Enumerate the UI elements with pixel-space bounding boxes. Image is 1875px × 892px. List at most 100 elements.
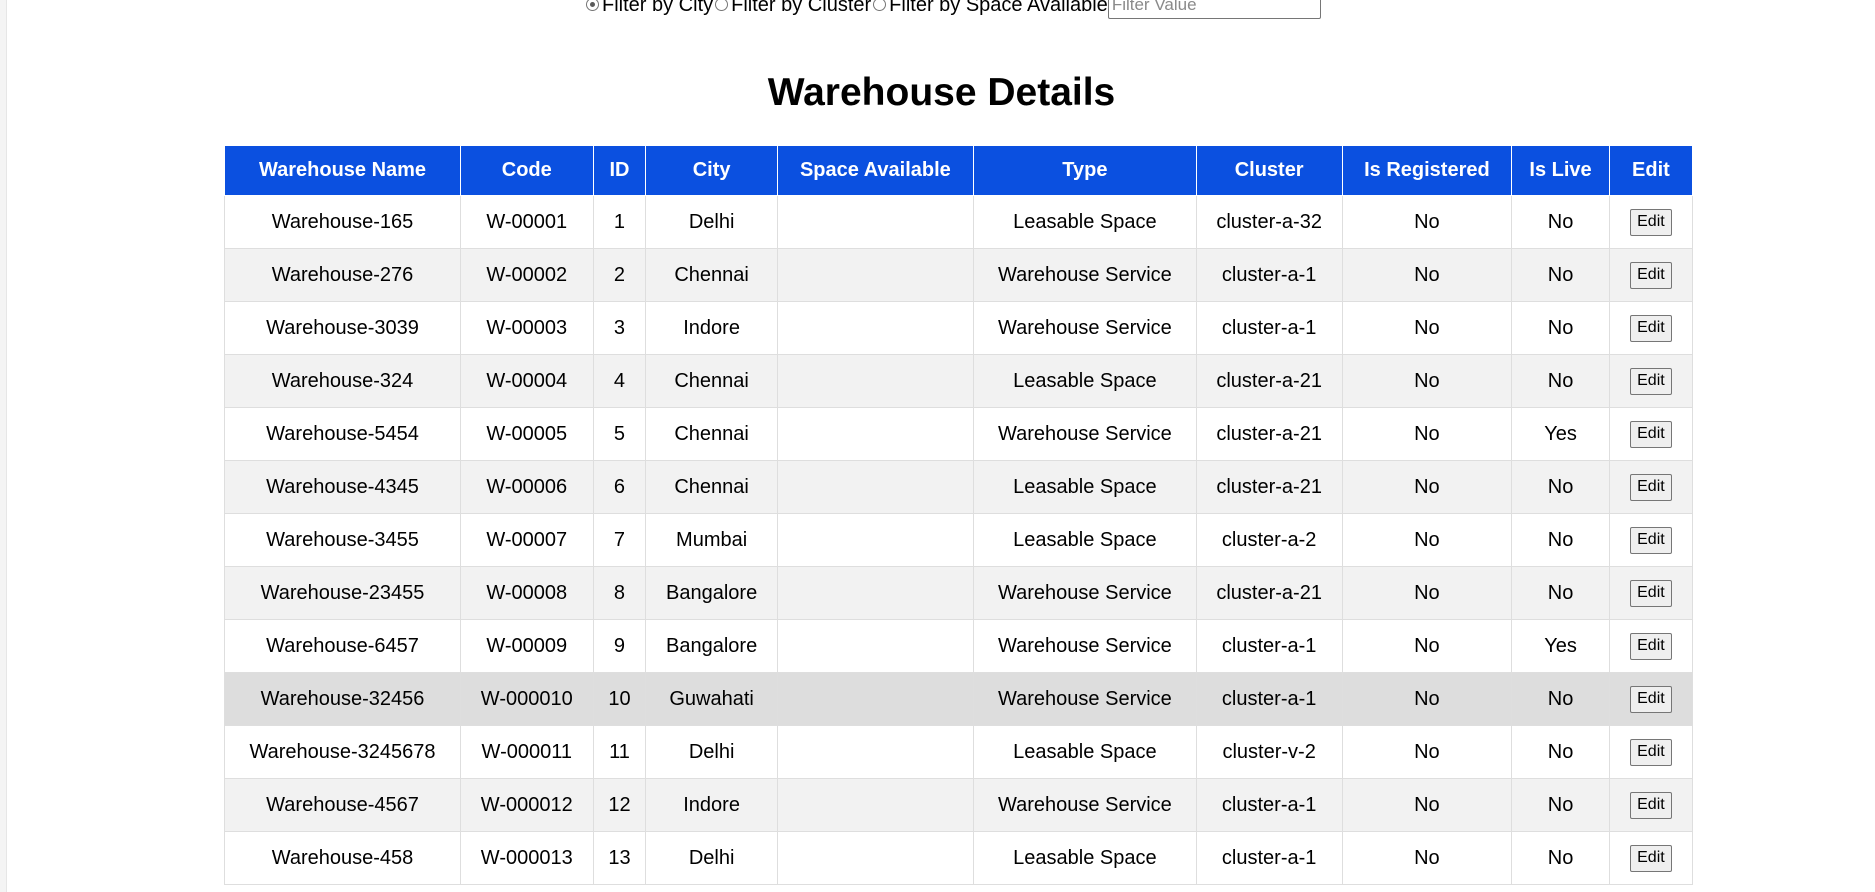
cell-type: Leasable Space bbox=[973, 354, 1197, 408]
edit-button[interactable]: Edit bbox=[1630, 738, 1672, 766]
cell-id: 1 bbox=[592, 195, 647, 249]
cell-edit: Edit bbox=[1608, 195, 1694, 249]
cell-city: Chennai bbox=[645, 248, 778, 302]
cell-is-registered: No bbox=[1341, 248, 1513, 302]
cell-type: Warehouse Service bbox=[973, 566, 1197, 620]
cell-id: 9 bbox=[592, 619, 647, 673]
cell-space-available bbox=[776, 513, 975, 567]
cell-is-registered: No bbox=[1341, 831, 1513, 885]
cell-code: W-00005 bbox=[460, 407, 594, 461]
column-header-id: ID bbox=[592, 145, 647, 196]
edit-button[interactable]: Edit bbox=[1630, 791, 1672, 819]
cell-space-available bbox=[776, 672, 975, 726]
table-body: Warehouse-165 W-00001 1 Delhi Leasable Space… bbox=[223, 195, 1694, 885]
cell-edit: Edit bbox=[1608, 619, 1694, 673]
cell-type: Leasable Space bbox=[973, 460, 1197, 514]
cell-id: 12 bbox=[592, 778, 647, 832]
cell-id: 5 bbox=[592, 407, 647, 461]
column-header-is-live: Is Live bbox=[1511, 145, 1610, 196]
filter-by-space-radio[interactable] bbox=[873, 0, 887, 11]
edit-button[interactable]: Edit bbox=[1630, 685, 1672, 713]
cell-city: Delhi bbox=[645, 725, 778, 779]
cell-city: Delhi bbox=[645, 831, 778, 885]
table-row: Warehouse-3245678 W-000011 11 Delhi Leasable… bbox=[223, 725, 1694, 779]
cell-is-registered: No bbox=[1341, 195, 1513, 249]
cell-is-registered: No bbox=[1341, 672, 1513, 726]
edit-button[interactable]: Edit bbox=[1630, 208, 1672, 236]
cell-space-available bbox=[776, 195, 975, 249]
edit-button[interactable]: Edit bbox=[1630, 526, 1672, 554]
filter-by-cluster-label: Filter by Cluster bbox=[731, 0, 872, 16]
cell-warehouse-name: Warehouse-23455 bbox=[223, 566, 462, 620]
edit-button[interactable]: Edit bbox=[1630, 314, 1672, 342]
cell-edit: Edit bbox=[1608, 566, 1694, 620]
table-row: Warehouse-32456 W-000010 10 Guwahati Warehou… bbox=[223, 672, 1694, 726]
cell-cluster: cluster-a-1 bbox=[1195, 672, 1343, 726]
cell-is-live: No bbox=[1511, 195, 1610, 249]
cell-is-live: No bbox=[1511, 725, 1610, 779]
table-row: Warehouse-165 W-00001 1 Delhi Leasable Space… bbox=[223, 195, 1694, 249]
cell-space-available bbox=[776, 460, 975, 514]
cell-code: W-00003 bbox=[460, 301, 594, 355]
filter-by-city-radio[interactable] bbox=[586, 0, 599, 11]
filter-value-input[interactable] bbox=[1107, 0, 1321, 19]
cell-is-registered: No bbox=[1341, 778, 1513, 832]
cell-type: Leasable Space bbox=[973, 725, 1197, 779]
cell-edit: Edit bbox=[1608, 248, 1694, 302]
cell-edit: Edit bbox=[1608, 460, 1694, 514]
edit-button[interactable]: Edit bbox=[1630, 420, 1672, 448]
edit-button[interactable]: Edit bbox=[1630, 367, 1672, 395]
column-header-city: City bbox=[645, 145, 778, 196]
cell-type: Warehouse Service bbox=[973, 672, 1197, 726]
column-header-warehouse-name: Warehouse Name bbox=[223, 145, 462, 196]
cell-warehouse-name: Warehouse-165 bbox=[223, 195, 462, 249]
cell-code: W-00004 bbox=[460, 354, 594, 408]
cell-space-available bbox=[776, 725, 975, 779]
filter-by-space-option[interactable]: Filter by Space Available bbox=[871, 0, 1108, 17]
cell-space-available bbox=[776, 619, 975, 673]
cell-cluster: cluster-a-1 bbox=[1195, 301, 1343, 355]
filter-by-city-option[interactable]: Filter by City bbox=[584, 0, 713, 17]
cell-edit: Edit bbox=[1608, 778, 1694, 832]
cell-space-available bbox=[776, 566, 975, 620]
cell-cluster: cluster-a-21 bbox=[1195, 354, 1343, 408]
cell-cluster: cluster-a-1 bbox=[1195, 619, 1343, 673]
cell-code: W-00002 bbox=[460, 248, 594, 302]
cell-is-registered: No bbox=[1341, 725, 1513, 779]
edit-button[interactable]: Edit bbox=[1630, 844, 1672, 872]
edit-button[interactable]: Edit bbox=[1630, 473, 1672, 501]
cell-is-live: Yes bbox=[1511, 407, 1610, 461]
edit-button[interactable]: Edit bbox=[1630, 632, 1672, 660]
edit-button[interactable]: Edit bbox=[1630, 261, 1672, 289]
cell-cluster: cluster-a-21 bbox=[1195, 407, 1343, 461]
cell-warehouse-name: Warehouse-3245678 bbox=[223, 725, 462, 779]
cell-code: W-000012 bbox=[460, 778, 594, 832]
cell-id: 4 bbox=[592, 354, 647, 408]
cell-warehouse-name: Warehouse-3039 bbox=[223, 301, 462, 355]
cell-cluster: cluster-a-32 bbox=[1195, 195, 1343, 249]
cell-warehouse-name: Warehouse-32456 bbox=[223, 672, 462, 726]
cell-space-available bbox=[776, 354, 975, 408]
cell-warehouse-name: Warehouse-276 bbox=[223, 248, 462, 302]
cell-is-live: No bbox=[1511, 566, 1610, 620]
cell-edit: Edit bbox=[1608, 407, 1694, 461]
cell-code: W-000011 bbox=[460, 725, 594, 779]
page-container: Filter by City Filter by Cluster Filter … bbox=[6, 0, 1875, 892]
cell-edit: Edit bbox=[1608, 301, 1694, 355]
filter-by-cluster-option[interactable]: Filter by Cluster bbox=[713, 0, 871, 17]
cell-is-registered: No bbox=[1341, 566, 1513, 620]
cell-city: Mumbai bbox=[645, 513, 778, 567]
cell-warehouse-name: Warehouse-4567 bbox=[223, 778, 462, 832]
page-title: Warehouse Details bbox=[767, 71, 1116, 114]
cell-is-registered: No bbox=[1341, 619, 1513, 673]
cell-space-available bbox=[776, 831, 975, 885]
cell-edit: Edit bbox=[1608, 672, 1694, 726]
cell-city: Chennai bbox=[645, 354, 778, 408]
column-header-cluster: Cluster bbox=[1195, 145, 1343, 196]
edit-button[interactable]: Edit bbox=[1630, 579, 1672, 607]
cell-city: Bangalore bbox=[645, 619, 778, 673]
column-header-space-available: Space Available bbox=[776, 145, 975, 196]
filter-by-cluster-radio[interactable] bbox=[715, 0, 729, 11]
cell-edit: Edit bbox=[1608, 725, 1694, 779]
cell-cluster: cluster-v-2 bbox=[1195, 725, 1343, 779]
